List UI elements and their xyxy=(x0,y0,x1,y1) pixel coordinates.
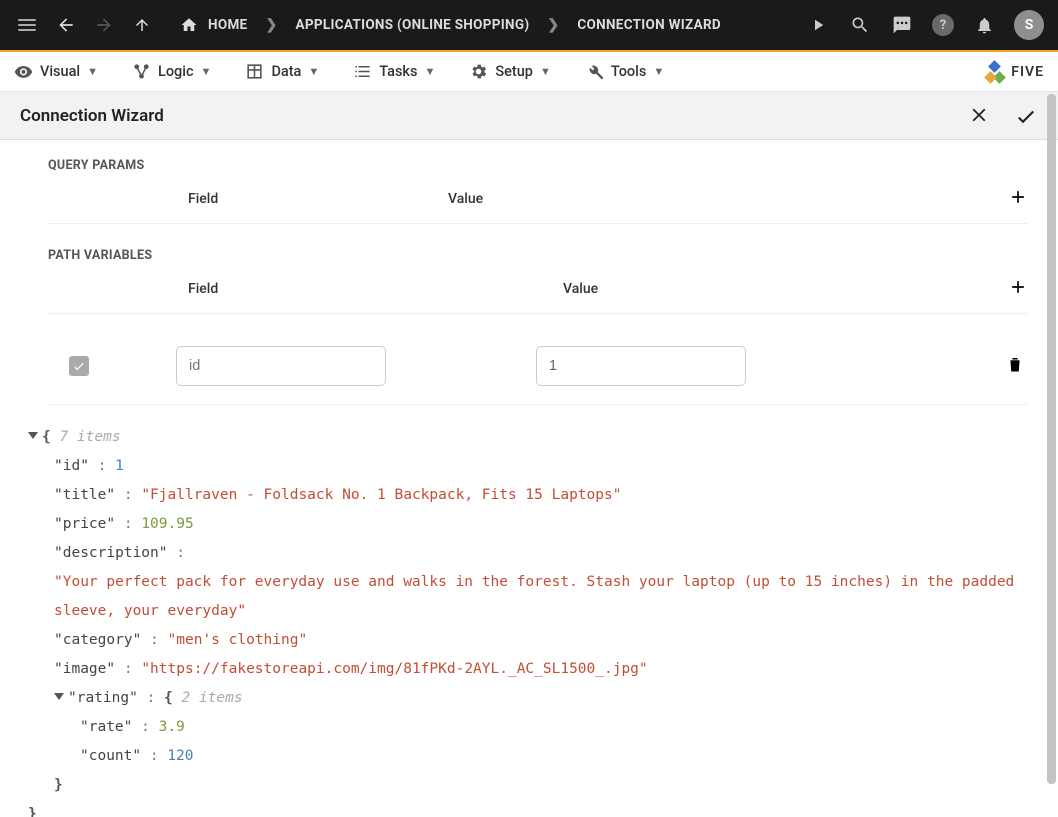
column-value: Value xyxy=(448,191,483,207)
column-field: Field xyxy=(188,281,218,297)
breadcrumb-home[interactable]: HOME xyxy=(180,16,247,34)
check-icon[interactable] xyxy=(1014,104,1038,128)
collapse-toggle[interactable] xyxy=(54,693,64,700)
add-path-var-button[interactable] xyxy=(1008,277,1028,301)
play-button[interactable] xyxy=(806,13,830,37)
topbar: HOME ❯ APPLICATIONS (ONLINE SHOPPING) ❯ … xyxy=(0,0,1058,52)
content: QUERY PARAMS Field Value PATH VARIABLES … xyxy=(0,140,1058,817)
avatar[interactable]: S xyxy=(1014,10,1044,40)
back-button[interactable] xyxy=(54,13,78,37)
topbar-right: ? S xyxy=(806,10,1044,40)
brand: FIVE xyxy=(985,62,1044,82)
chevron-down-icon: ▼ xyxy=(308,65,319,78)
page-header-actions xyxy=(968,104,1038,128)
delete-row-button[interactable] xyxy=(1006,354,1024,378)
path-var-field-input[interactable] xyxy=(176,346,386,386)
row-checkbox[interactable] xyxy=(52,356,106,376)
menu-setup[interactable]: Setup▼ xyxy=(469,62,550,81)
eye-icon xyxy=(14,62,33,81)
column-value: Value xyxy=(563,281,598,297)
menu-data[interactable]: Data▼ xyxy=(245,62,319,81)
forward-button xyxy=(92,13,116,37)
tools-icon xyxy=(585,62,604,81)
bell-icon[interactable] xyxy=(972,13,996,37)
menubar: Visual▼ Logic▼ Data▼ Tasks▼ Setup▼ Tools… xyxy=(0,52,1058,92)
collapse-toggle[interactable] xyxy=(28,432,38,439)
close-icon[interactable] xyxy=(968,104,990,126)
chevron-down-icon: ▼ xyxy=(87,65,98,78)
menu-tools[interactable]: Tools▼ xyxy=(585,62,664,81)
topbar-left: HOME ❯ APPLICATIONS (ONLINE SHOPPING) ❯ … xyxy=(14,13,721,37)
breadcrumb-applications[interactable]: APPLICATIONS (ONLINE SHOPPING) xyxy=(295,17,529,33)
home-icon xyxy=(180,16,198,34)
up-button[interactable] xyxy=(130,13,154,37)
breadcrumb-wizard[interactable]: CONNECTION WIZARD xyxy=(577,17,721,33)
brand-logo xyxy=(985,62,1005,82)
chevron-right-icon: ❯ xyxy=(547,17,559,33)
menu-visual[interactable]: Visual▼ xyxy=(14,62,98,81)
page-header: Connection Wizard xyxy=(0,92,1058,140)
breadcrumb-label: APPLICATIONS (ONLINE SHOPPING) xyxy=(295,17,529,33)
chat-icon[interactable] xyxy=(890,13,914,37)
breadcrumb-label: HOME xyxy=(208,17,247,33)
path-var-value-input[interactable] xyxy=(536,346,746,386)
path-vars-header: Field Value xyxy=(48,277,1028,314)
json-response-viewer: { 7 items "id" : 1 "title" : "Fjallraven… xyxy=(28,423,1028,817)
chevron-down-icon: ▼ xyxy=(540,65,551,78)
page-title: Connection Wizard xyxy=(20,106,164,126)
add-query-param-button[interactable] xyxy=(1008,187,1028,211)
query-params-header: Field Value xyxy=(48,187,1028,224)
logic-icon xyxy=(132,62,151,81)
table-icon xyxy=(245,62,264,81)
query-params-label: QUERY PARAMS xyxy=(48,158,1028,173)
search-icon[interactable] xyxy=(848,13,872,37)
column-field: Field xyxy=(188,191,218,207)
scrollbar[interactable] xyxy=(1047,94,1056,784)
chevron-down-icon: ▼ xyxy=(424,65,435,78)
breadcrumb: HOME ❯ APPLICATIONS (ONLINE SHOPPING) ❯ … xyxy=(180,16,721,34)
path-vars-label: PATH VARIABLES xyxy=(48,248,1028,263)
chevron-right-icon: ❯ xyxy=(265,17,277,33)
tasks-icon xyxy=(353,62,372,81)
menu-logic[interactable]: Logic▼ xyxy=(132,62,211,81)
help-icon[interactable]: ? xyxy=(932,14,954,36)
path-var-row xyxy=(48,338,1028,405)
chevron-down-icon: ▼ xyxy=(201,65,212,78)
breadcrumb-label: CONNECTION WIZARD xyxy=(577,17,721,33)
menu-icon[interactable] xyxy=(14,15,40,35)
menu-tasks[interactable]: Tasks▼ xyxy=(353,62,435,81)
chevron-down-icon: ▼ xyxy=(653,65,664,78)
gear-icon xyxy=(469,62,488,81)
